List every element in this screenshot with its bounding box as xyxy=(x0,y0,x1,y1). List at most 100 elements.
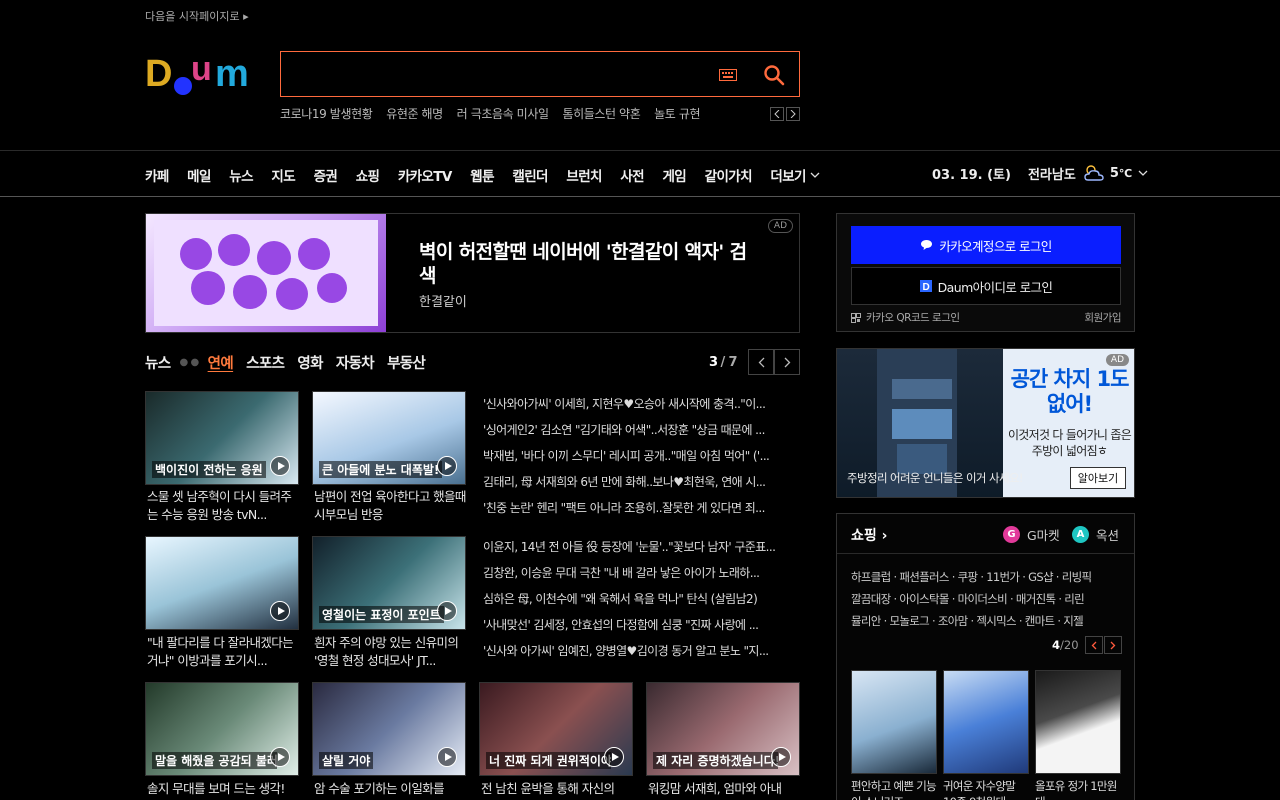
news-thumb[interactable]: 영철이는 표정이 포인트 xyxy=(312,536,466,630)
signup-link[interactable]: 회원가입 xyxy=(1084,310,1121,325)
trend-keyword[interactable]: 놀토 규현 xyxy=(654,107,700,121)
trend-next-button[interactable] xyxy=(786,107,800,121)
nav-together[interactable]: 같이가치 xyxy=(705,165,753,185)
nav-shopping[interactable]: 쇼핑 xyxy=(356,165,380,185)
news-thumb[interactable]: 제 자리 증명하겠습니다! xyxy=(646,682,800,776)
thumb-caption: 너 진짜 되게 권위적이야 xyxy=(486,752,611,769)
side-ad[interactable]: 공간 차지 1도 없어! 이것저것 다 들어가니 좁은 주방이 넓어짐ㅎ 주방정… xyxy=(836,348,1135,498)
svg-text:u: u xyxy=(191,52,212,88)
nav-map[interactable]: 지도 xyxy=(271,165,295,185)
product-title[interactable]: 올포유 정가 1만원대 xyxy=(1035,778,1121,800)
trend-keyword[interactable]: 코로나19 발생현황 xyxy=(280,107,373,121)
play-icon xyxy=(270,456,290,476)
news-thumb[interactable]: 살릴 거야 xyxy=(312,682,466,776)
news-thumb-title[interactable]: "내 팔다리를 다 잘라내겠다는 거냐" 이방과를 포기시... xyxy=(147,634,301,670)
product-image[interactable] xyxy=(943,670,1029,774)
ad-banner[interactable]: 벽이 허전할땐 네이버에 '한결같이 액자' 검색 한결같이 AD xyxy=(145,213,800,333)
qr-login-link[interactable]: 카카오 QR코드 로그인 xyxy=(851,310,960,325)
news-thumb-title[interactable]: 전 남친 윤박을 통해 자신의 xyxy=(481,780,635,798)
shopping-link-row[interactable]: 뮬리안 · 모놀로그 · 조아맘 · 젝시믹스 · 캔마트 · 지젤 xyxy=(851,610,1123,632)
product-image[interactable] xyxy=(851,670,937,774)
shopping-link-row[interactable]: 하프클럽 · 패션플러스 · 쿠팡 · 11번가 · GS샵 · 리빙픽 xyxy=(851,566,1123,588)
daum-logo[interactable]: D u m xyxy=(145,52,261,98)
gmarket-icon: G xyxy=(1003,526,1020,543)
news-prev-button[interactable] xyxy=(748,349,774,375)
news-thumb-title[interactable]: 워킹맘 서재희, 엄마와 아내 xyxy=(648,780,802,798)
nav-dictionary[interactable]: 사전 xyxy=(620,165,644,185)
news-list-item[interactable]: 박재범, '바다 이끼 스무디' 레시피 공개.."매일 아침 먹어" ('..… xyxy=(483,443,800,469)
news-list-item[interactable]: 이윤지, 14년 전 아들 役 등장에 '눈물'.."꽃보다 남자' 구준표..… xyxy=(483,534,800,560)
news-list-item[interactable]: '신사와 아가씨' 임예진, 양병열♥김이경 동거 알고 분노 "지... xyxy=(483,638,800,664)
nav-mail[interactable]: 메일 xyxy=(187,165,211,185)
news-list-item[interactable]: 심하은 母, 이천수에 "왜 욱해서 욕을 먹나" 탄식 (살림남2) xyxy=(483,586,800,612)
nav-cafe[interactable]: 카페 xyxy=(145,165,169,185)
set-start-page-link[interactable]: 다음을 시작페이지로 ▸ xyxy=(145,8,249,24)
news-page-total: / 7 xyxy=(720,354,737,370)
news-thumb-title[interactable]: 스물 셋 남주혁이 다시 들려주는 수능 응원 방송 tvN... xyxy=(147,488,301,524)
news-list-item[interactable]: '싱어게인2' 김소연 "김기태와 어색"..서장훈 "상금 때문에 ... xyxy=(483,417,800,443)
daum-login-button[interactable]: D Daum아이디로 로그인 xyxy=(851,267,1121,305)
news-list-item[interactable]: 김태리, 母 서재희와 6년 만에 화해..보나♥최현욱, 연애 시... xyxy=(483,469,800,495)
shopping-box: 쇼핑 › G G마켓 A 옥션 하프클럽 · 패션플러스 · 쿠팡 · 11번가… xyxy=(836,513,1135,800)
keyboard-icon[interactable] xyxy=(719,69,737,81)
login-box: 카카오계정으로 로그인 D Daum아이디로 로그인 카카오 QR코드 로그인 … xyxy=(836,213,1135,332)
gmarket-link[interactable]: G G마켓 xyxy=(1003,525,1060,544)
product-title[interactable]: 귀여운 자수양말 10종 9천원대 xyxy=(943,778,1029,800)
news-list-item[interactable]: 김창완, 이승윤 무대 극찬 "내 배 갈라 낳은 아이가 노래하... xyxy=(483,560,800,586)
tab-news[interactable]: 뉴스 xyxy=(145,352,171,373)
search-icon[interactable] xyxy=(763,64,785,86)
nav-stock[interactable]: 증권 xyxy=(314,165,338,185)
tab-movie[interactable]: 영화 xyxy=(297,352,323,373)
nav-news[interactable]: 뉴스 xyxy=(229,165,253,185)
shop-next-button[interactable] xyxy=(1103,636,1122,654)
news-thumb-title[interactable]: 솔지 무대를 보며 드는 생각! xyxy=(147,780,301,798)
news-thumb-title[interactable]: 흰자 주의 야망 있는 신유미의 '영철 현정 성대모사' JT... xyxy=(314,634,468,670)
nav-calendar[interactable]: 캘린더 xyxy=(512,165,548,185)
nav-webtoon[interactable]: 웹툰 xyxy=(470,165,494,185)
news-list-item[interactable]: '친중 논란' 헨리 "팩트 아니라 조용히..잘못한 게 있다면 죄... xyxy=(483,495,800,521)
nav-kakaotv[interactable]: 카카오TV xyxy=(398,165,453,185)
weather-widget[interactable]: 03. 19. (토) 전라남도 5 ℃ xyxy=(932,163,1148,183)
news-thumb[interactable]: 말을 해줬을 공감되 불러일으킨 노래 xyxy=(145,682,299,776)
side-ad-more-button[interactable]: 알아보기 xyxy=(1070,467,1126,489)
kakao-login-button[interactable]: 카카오계정으로 로그인 xyxy=(851,226,1121,264)
tab-entertainment[interactable]: 연예 xyxy=(208,352,234,373)
trend-keyword[interactable]: 톰히들스턴 약혼 xyxy=(562,107,640,121)
news-thumb[interactable]: 큰 아들에 분노 대폭발! xyxy=(312,391,466,485)
current-date: 03. 19. (토) xyxy=(932,167,1011,183)
shopping-link-row[interactable]: 깔끔대장 · 아이스탁몰 · 마이더스비 · 매거진톡 · 리린 xyxy=(851,588,1123,610)
trend-keyword[interactable]: 유현준 해명 xyxy=(386,107,443,121)
tab-dots: ● ● xyxy=(179,356,199,368)
shopping-mall-links: 하프클럽 · 패션플러스 · 쿠팡 · 11번가 · GS샵 · 리빙픽 깔끔대… xyxy=(851,566,1123,632)
auction-link[interactable]: A 옥션 xyxy=(1072,525,1119,544)
news-thumb-title[interactable]: 남편이 전업 육아한다고 했을때 시부모님 반응 xyxy=(314,488,468,524)
news-thumb[interactable]: 너 진짜 되게 권위적이야 xyxy=(479,682,633,776)
trending-keywords: 코로나19 발생현황 유현준 해명 러 극초음속 미사일 톰히들스턴 약혼 놀토… xyxy=(280,105,800,123)
news-list-item[interactable]: '신사와아가씨' 이세희, 지현우♥오승아 새시작에 충격.."이... xyxy=(483,391,800,417)
tab-sports[interactable]: 스포츠 xyxy=(246,352,285,373)
thumb-caption: 제 자리 증명하겠습니다! xyxy=(653,752,778,769)
shopping-title-link[interactable]: 쇼핑 › xyxy=(851,525,887,545)
ad-title[interactable]: 벽이 허전할땐 네이버에 '한결같이 액자' 검색 xyxy=(419,240,759,288)
news-thumb[interactable] xyxy=(145,536,299,630)
product-image[interactable] xyxy=(1035,670,1121,774)
nav-brunch[interactable]: 브런치 xyxy=(566,165,602,185)
nav-game[interactable]: 게임 xyxy=(662,165,686,185)
news-thumb[interactable]: 백이진이 전하는 응원 xyxy=(145,391,299,485)
news-list-item[interactable]: '사내맞선' 김세정, 안효섭의 다정함에 심쿵 "진짜 사랑에 ... xyxy=(483,612,800,638)
nav-more[interactable]: 더보기 xyxy=(770,165,820,185)
trend-keyword[interactable]: 러 극초음속 미사일 xyxy=(457,107,549,121)
side-ad-subtext: 이것저것 다 들어가니 좁은 주방이 넓어짐ㅎ xyxy=(1007,428,1132,458)
news-thumb-title[interactable]: 암 수술 포기하는 이일화를 xyxy=(314,780,468,798)
thumb-caption: 영철이는 표정이 포인트 xyxy=(319,606,444,623)
trend-prev-button[interactable] xyxy=(770,107,784,121)
tab-realestate[interactable]: 부동산 xyxy=(387,352,426,373)
search-input[interactable] xyxy=(293,60,713,88)
play-icon xyxy=(270,747,290,767)
tab-car[interactable]: 자동차 xyxy=(336,352,375,373)
shop-prev-button[interactable] xyxy=(1084,636,1103,654)
news-next-button[interactable] xyxy=(774,349,800,375)
thumb-caption: 백이진이 전하는 응원 xyxy=(152,461,266,478)
thumb-caption: 큰 아들에 분노 대폭발! xyxy=(319,461,443,478)
product-title[interactable]: 편안하고 예쁜 기능이 스니커즈 xyxy=(851,778,937,800)
